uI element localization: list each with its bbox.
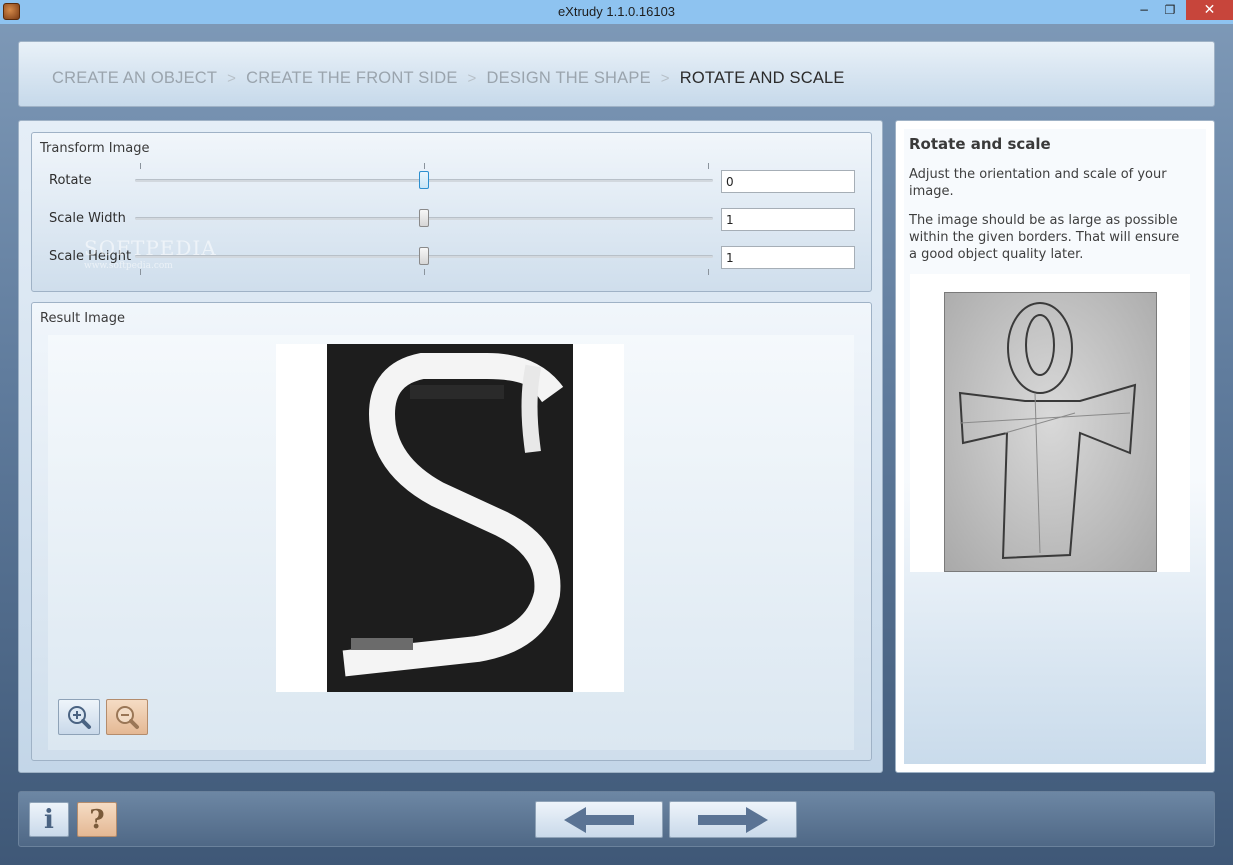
scale-height-label: Scale Height [49,249,132,264]
title-bar: eXtrudy 1.1.0.16103 − ❐ ✕ [0,0,1233,24]
help-paragraph-orientation: Adjust the orientation and scale of your… [909,167,1167,199]
scale-width-slider[interactable] [135,206,713,232]
help-box: Rotate and scale Adjust the orientation … [904,129,1206,764]
zoom-in-icon [68,706,91,729]
breadcrumb-separator: > [660,70,670,87]
arrow-right-icon [698,806,768,833]
transform-image-title: Transform Image [40,141,150,156]
pixelated-s-glyph [342,353,564,677]
scale-height-slider-thumb[interactable] [419,247,429,265]
main-panel: Transform Image Rotate Scale Width Scale… [18,120,883,773]
ankh-sketch-drawing [958,302,1137,560]
arrow-left-icon [564,806,634,833]
result-image-frame [276,344,624,692]
breadcrumb-panel: CREATE AN OBJECT > CREATE THE FRONT SIDE… [18,41,1215,107]
breadcrumb-step-front-side[interactable]: CREATE THE FRONT SIDE [246,69,457,88]
back-button[interactable] [535,801,663,838]
scale-height-input[interactable] [721,246,855,269]
scale-width-label: Scale Width [49,211,126,226]
help-button[interactable]: ? [77,802,117,837]
zoom-in-button[interactable] [58,699,100,735]
rotate-slider-thumb[interactable] [419,171,429,189]
rotate-slider[interactable] [135,163,713,194]
preview-image-frame [910,274,1190,572]
breadcrumb-separator: > [467,70,477,87]
help-paragraph-size: The image should be as large as possible… [909,213,1180,262]
rotate-input[interactable] [721,170,855,193]
zoom-out-icon [116,706,139,729]
window-title: eXtrudy 1.1.0.16103 [557,4,676,19]
breadcrumb-step-create-object[interactable]: CREATE AN OBJECT [52,69,217,88]
ankh-sketch-preview [944,292,1157,572]
result-image-title: Result Image [40,311,126,326]
scale-width-slider-thumb[interactable] [419,209,429,227]
minimize-button[interactable]: − [1131,0,1157,20]
next-button[interactable] [669,801,797,838]
info-button[interactable]: i [29,802,69,837]
scale-height-slider[interactable] [135,244,713,275]
help-title: Rotate and scale [909,135,1051,153]
breadcrumb-step-design-shape[interactable]: DESIGN THE SHAPE [487,69,651,88]
scale-width-input[interactable] [721,208,855,231]
maximize-button[interactable]: ❐ [1157,0,1183,20]
breadcrumb: CREATE AN OBJECT > CREATE THE FRONT SIDE… [52,69,845,88]
result-canvas [48,335,854,750]
close-button[interactable]: ✕ [1186,0,1233,20]
zoom-out-button[interactable] [106,699,148,735]
bottom-toolbar: i ? [18,791,1215,847]
transform-image-group: Transform Image Rotate Scale Width Scale… [31,132,872,292]
result-image-group: Result Image [31,302,872,761]
breadcrumb-step-rotate-scale: ROTATE AND SCALE [679,69,845,87]
breadcrumb-separator: > [227,70,237,87]
rotate-label: Rotate [49,173,92,188]
result-image [327,344,573,692]
help-panel: Rotate and scale Adjust the orientation … [895,120,1215,773]
